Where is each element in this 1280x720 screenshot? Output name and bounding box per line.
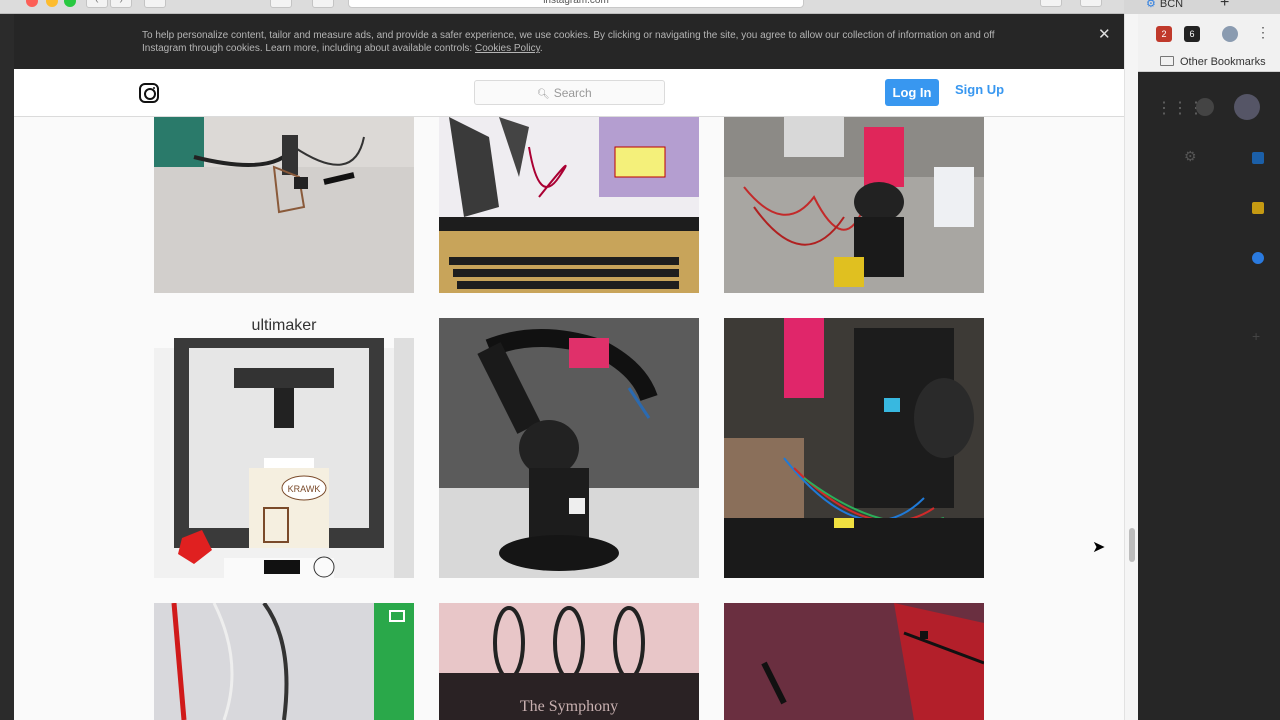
close-window-button[interactable] (26, 0, 38, 7)
app-icon (1252, 252, 1264, 264)
badge-count: 2 (1161, 29, 1167, 39)
post-tile[interactable]: The Symphony (439, 603, 699, 720)
post-tile[interactable] (724, 318, 984, 578)
post-tile[interactable] (439, 318, 699, 578)
post-tile[interactable] (724, 603, 984, 720)
mouse-cursor-icon: ➤ (1092, 539, 1106, 556)
browser-toolbar: ‹ › instagram.com (0, 0, 1280, 14)
sign-up-link[interactable]: Sign Up (955, 82, 1004, 97)
address-bar[interactable]: instagram.com (348, 0, 804, 8)
extensions-toolbar: 2 6 ⋮ (1124, 14, 1280, 54)
tab-label: BCN (1159, 0, 1184, 10)
tab-bar: ⚙ BCN + (1124, 0, 1280, 14)
post-tile[interactable] (154, 117, 414, 293)
log-in-button[interactable]: Log In (885, 79, 939, 106)
extension-icon[interactable] (270, 0, 292, 8)
background-page: ⋮⋮⋮ ⚙ + (1124, 72, 1280, 720)
avatar (1234, 94, 1260, 120)
minimize-window-button[interactable] (46, 0, 58, 7)
instagram-logo-icon[interactable] (139, 83, 159, 103)
folder-icon (1160, 56, 1174, 66)
post-tile[interactable] (439, 117, 699, 293)
search-placeholder: 🔍︎ Search (537, 86, 592, 100)
app-icon (1252, 202, 1264, 214)
page-scrollbar[interactable] (1124, 14, 1138, 720)
sidebar-toggle-button[interactable] (144, 0, 166, 8)
tab-bcn[interactable]: ⚙ BCN (1146, 0, 1194, 13)
bookmarks-bar: Other Bookmarks (1124, 54, 1280, 72)
menu-icon[interactable]: ⋮ (1256, 24, 1270, 41)
post-tile[interactable] (724, 117, 984, 293)
page-viewport: To help personalize content, tailor and … (14, 14, 1138, 720)
post-image (154, 603, 414, 720)
gear-icon: ⚙ (1146, 0, 1156, 10)
background-browser-window: ⚙ BCN + 2 6 ⋮ Other Bookmarks ⋮⋮⋮ ⚙ + (1124, 0, 1280, 720)
notification-icon (1196, 98, 1214, 116)
badge-count: 6 (1189, 29, 1195, 39)
tabs-button[interactable] (1080, 0, 1102, 7)
ublock-extension-icon[interactable]: 2 (1156, 26, 1172, 42)
extension-icon[interactable] (312, 0, 334, 8)
gear-icon: ⚙ (1184, 148, 1197, 164)
cookies-policy-link[interactable]: Cookies Policy (475, 43, 540, 54)
amazon-extension-icon[interactable]: 6 (1184, 26, 1200, 42)
post-image (154, 117, 414, 293)
other-bookmarks-link[interactable]: Other Bookmarks (1180, 56, 1266, 68)
close-icon[interactable]: ✕ (1098, 27, 1111, 42)
app-icon (1252, 152, 1264, 164)
add-icon: + (1252, 328, 1261, 344)
post-image (724, 318, 984, 578)
post-image (439, 318, 699, 578)
post-tile[interactable]: ultimaker KRAWK (154, 318, 414, 578)
symphony-sign-text: The Symphony (520, 698, 618, 715)
posts-grid: ultimaker KRAWK The Symphony (14, 117, 1124, 720)
krawk-text: KRAWK (288, 484, 321, 494)
post-image: ultimaker KRAWK (154, 318, 414, 578)
post-image (439, 117, 699, 293)
cookie-message: To help personalize content, tailor and … (142, 30, 995, 54)
search-icon: 🔍︎ (537, 89, 550, 100)
post-tile[interactable] (154, 603, 414, 720)
ultimaker-logo-text: ultimaker (252, 318, 318, 334)
forward-button[interactable]: › (110, 0, 132, 8)
search-input[interactable]: 🔍︎ Search (474, 80, 665, 105)
search-placeholder-text: Search (553, 86, 592, 100)
cookie-banner: To help personalize content, tailor and … (14, 14, 1124, 69)
instagram-header: 🔍︎ Search Log In Sign Up (14, 69, 1124, 117)
new-tab-button[interactable]: + (1220, 0, 1229, 12)
cookie-banner-text: To help personalize content, tailor and … (142, 30, 995, 54)
post-image (724, 117, 984, 293)
zoom-window-button[interactable] (64, 0, 76, 7)
post-image (724, 603, 984, 720)
post-image: The Symphony (439, 603, 699, 720)
scrollbar-thumb[interactable] (1129, 528, 1135, 562)
share-button[interactable] (1040, 0, 1062, 7)
back-button[interactable]: ‹ (86, 0, 108, 8)
profile-avatar[interactable] (1222, 26, 1238, 42)
